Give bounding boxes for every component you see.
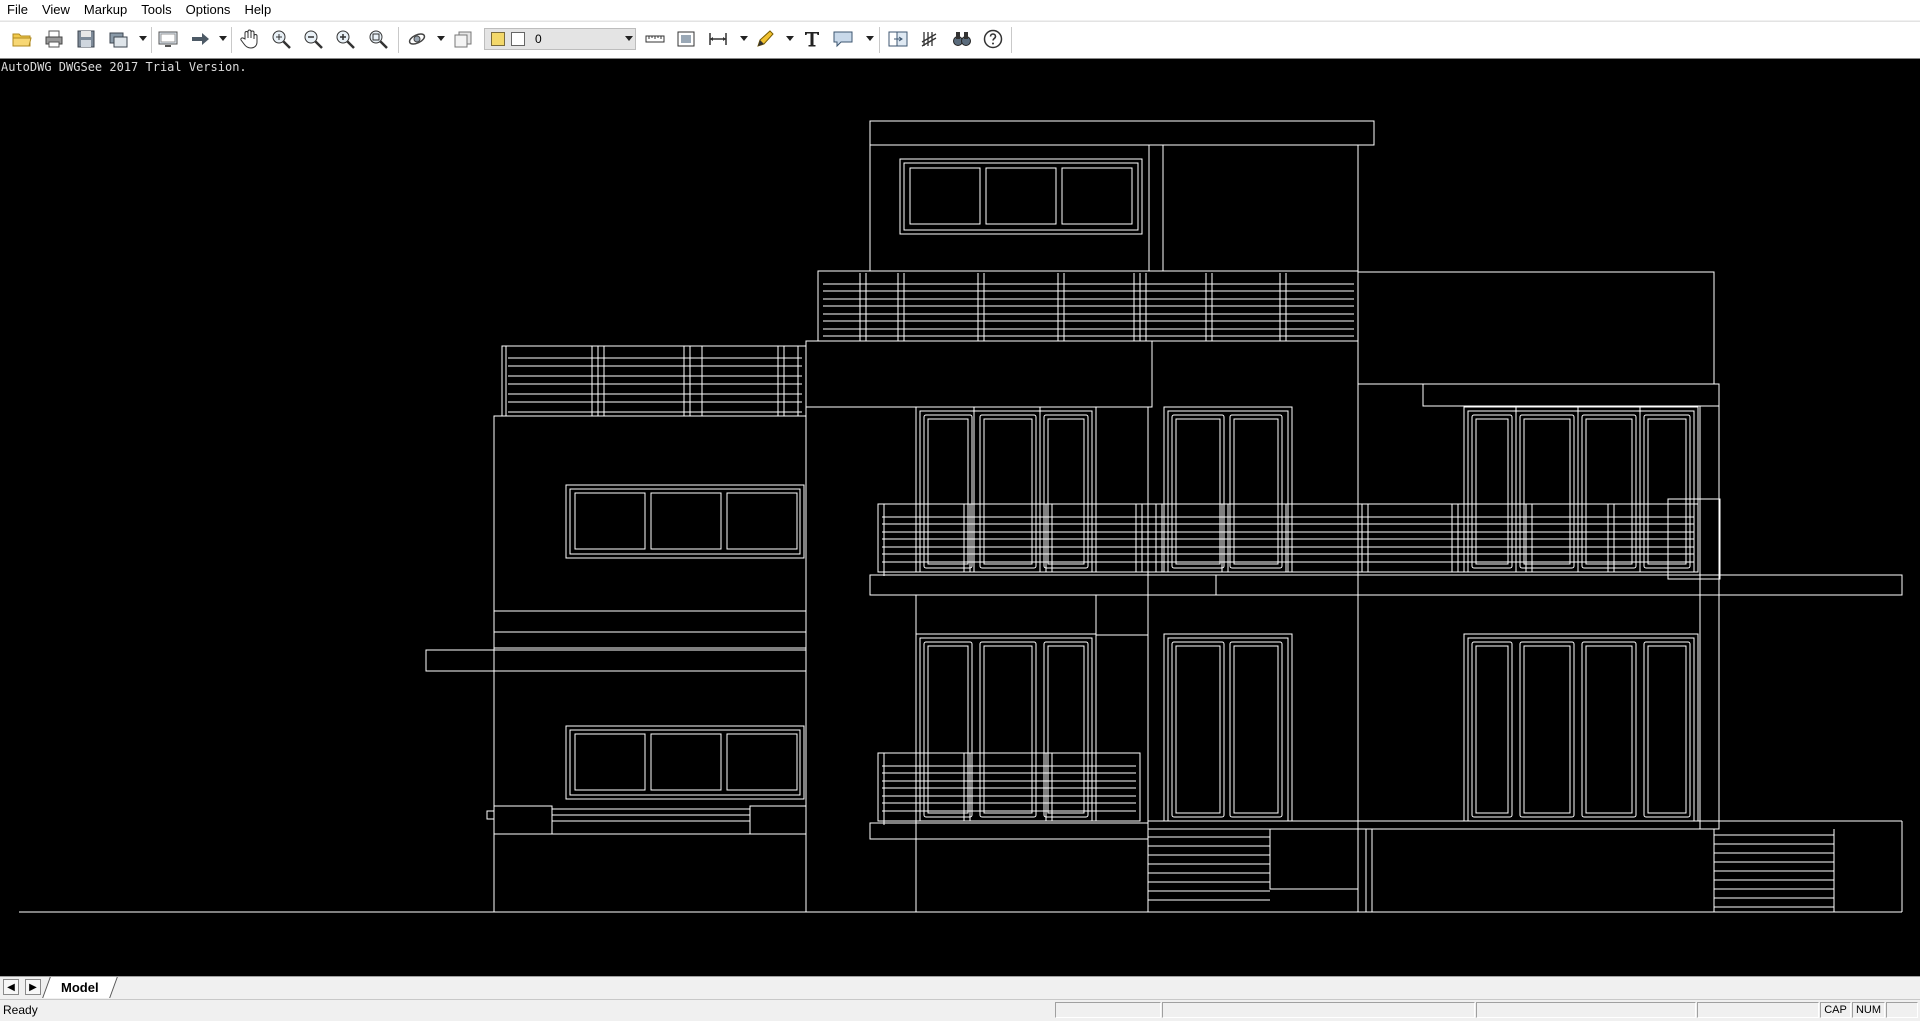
display-button[interactable]: [155, 26, 181, 52]
dimension-dropdown-caret[interactable]: [740, 36, 748, 41]
toolbar-separator: [879, 27, 880, 53]
menu-bar: File View Markup Tools Options Help: [0, 0, 1920, 20]
callout-dropdown-caret[interactable]: [866, 36, 874, 41]
batch-dropdown-caret[interactable]: [139, 36, 147, 41]
text-icon: [805, 32, 819, 47]
zoom-in-button[interactable]: [332, 26, 358, 52]
layer-value: 0: [535, 32, 542, 46]
layers-button[interactable]: [450, 26, 476, 52]
open-folder-icon: [12, 33, 32, 47]
print-icon: [45, 30, 63, 48]
menu-tools[interactable]: Tools: [134, 0, 178, 20]
orbit-dropdown-caret[interactable]: [437, 36, 445, 41]
layer-state-swatch: [511, 32, 525, 46]
measure-icon: [645, 35, 665, 43]
building-elevation-drawing: [19, 120, 1903, 913]
compare-icon: [888, 31, 908, 47]
zoom-in-icon: [336, 30, 355, 49]
layer-dropdown[interactable]: 0: [484, 28, 636, 50]
help-button[interactable]: [980, 26, 1006, 52]
text-button[interactable]: [799, 26, 825, 52]
status-pane: [1162, 1002, 1475, 1018]
compare-button[interactable]: [885, 26, 911, 52]
status-text: Ready: [3, 1003, 38, 1017]
menu-file[interactable]: File: [0, 0, 35, 20]
menu-help[interactable]: Help: [237, 0, 278, 20]
tab-prev-button[interactable]: ◀: [3, 979, 19, 995]
status-pane: [1476, 1002, 1696, 1018]
menu-markup[interactable]: Markup: [77, 0, 134, 20]
dimension-button[interactable]: [705, 26, 731, 52]
status-pane: [1886, 1002, 1918, 1018]
zoom-realtime-icon: [272, 30, 291, 49]
orbit-icon: [408, 33, 426, 45]
pan-hand-icon: [240, 29, 258, 49]
monitor-icon: [158, 31, 178, 47]
open-button[interactable]: [9, 26, 35, 52]
toolbar: 0: [0, 21, 1920, 59]
toolbar-separator: [398, 27, 399, 53]
find-button[interactable]: [949, 26, 975, 52]
toolbar-separator: [1011, 27, 1012, 53]
save-button[interactable]: [73, 26, 99, 52]
tab-next-button[interactable]: ▶: [25, 979, 41, 995]
batch-print-icon: [109, 32, 128, 48]
arrow-button[interactable]: [187, 26, 213, 52]
toolbar-separator: [231, 27, 232, 53]
tab-model-label: Model: [61, 980, 99, 995]
status-pane: [1697, 1002, 1819, 1018]
print-button[interactable]: [41, 26, 67, 52]
chevron-left-icon: ◀: [7, 981, 15, 993]
callout-icon: [833, 31, 853, 48]
save-icon: [77, 30, 95, 48]
layer-color-swatch: [491, 32, 505, 46]
orbit-button[interactable]: [404, 26, 430, 52]
area-button[interactable]: [673, 26, 699, 52]
zoom-realtime-button[interactable]: [268, 26, 294, 52]
zoom-extents-icon: [369, 30, 388, 49]
area-icon: [677, 31, 695, 47]
dimension-icon: [709, 33, 727, 45]
pen-button[interactable]: [752, 26, 778, 52]
hatch-button[interactable]: [917, 26, 943, 52]
num-lock-indicator: NUM: [1852, 1002, 1885, 1018]
zoom-extents-button[interactable]: [365, 26, 391, 52]
layers-icon: [454, 31, 472, 48]
tab-model[interactable]: Model: [42, 977, 118, 998]
hatch-icon: [921, 32, 937, 47]
menu-options[interactable]: Options: [179, 0, 238, 20]
status-bar: Ready CAP NUM: [0, 999, 1920, 1021]
batch-print-button[interactable]: [105, 26, 131, 52]
status-pane: [1055, 1002, 1161, 1018]
zoom-out-icon: [304, 30, 323, 49]
arrow-icon: [192, 33, 209, 45]
callout-button[interactable]: [830, 26, 856, 52]
drawing-canvas[interactable]: AutoDWG DWGSee 2017 Trial Version.: [0, 58, 1920, 976]
pen-dropdown-caret[interactable]: [786, 36, 794, 41]
measure-button[interactable]: [642, 26, 668, 52]
layout-tab-bar: ◀ ▶ Model: [0, 976, 1920, 999]
help-icon: [983, 29, 1003, 49]
chevron-down-icon: [625, 36, 633, 41]
trial-notice: AutoDWG DWGSee 2017 Trial Version.: [1, 60, 247, 74]
pan-button[interactable]: [237, 26, 263, 52]
zoom-out-button[interactable]: [300, 26, 326, 52]
arrow-dropdown-caret[interactable]: [219, 36, 227, 41]
find-icon: [953, 32, 971, 46]
chevron-right-icon: ▶: [29, 981, 37, 993]
caps-lock-indicator: CAP: [1820, 1002, 1851, 1018]
pen-icon: [757, 30, 774, 47]
menu-view[interactable]: View: [35, 0, 77, 20]
toolbar-separator: [151, 27, 152, 53]
